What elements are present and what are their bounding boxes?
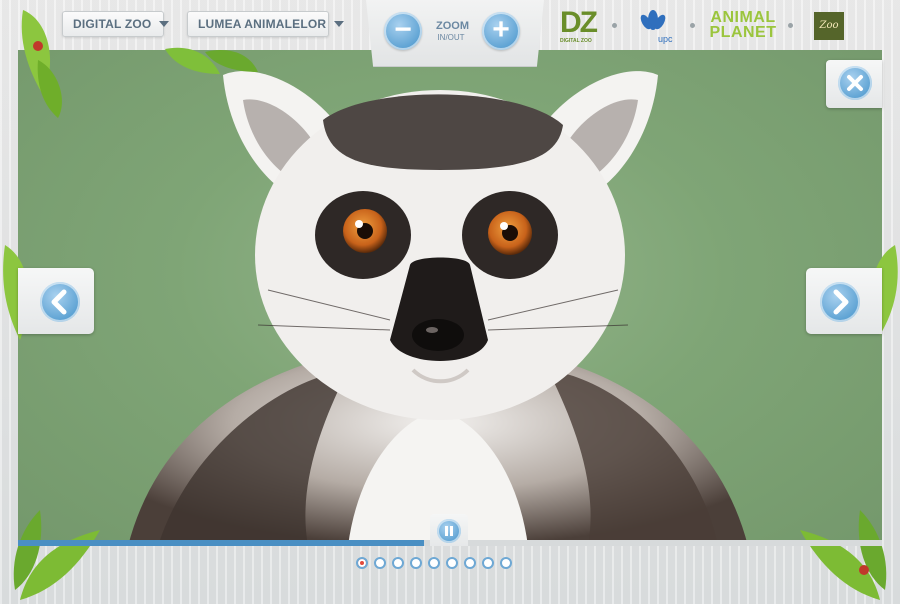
page-dot-3[interactable] — [392, 557, 404, 569]
leaf-decoration-bottom-right — [800, 510, 887, 600]
upc-logo-text: upc — [658, 34, 673, 44]
zoom-label-text: ZOOM — [436, 20, 469, 32]
page-dot-8[interactable] — [482, 557, 494, 569]
lemur-photo — [128, 71, 748, 546]
close-icon — [847, 75, 863, 91]
category-dropdown[interactable]: DIGITAL ZOO — [62, 11, 170, 37]
category-dropdown-label: DIGITAL ZOO — [73, 17, 152, 31]
leaf-decoration-top — [165, 47, 258, 74]
pause-icon — [445, 526, 453, 536]
section-dropdown-label: LUMEA ANIMALELOR — [198, 17, 327, 31]
page-dot-7[interactable] — [464, 557, 476, 569]
zoom-out-button[interactable]: − — [384, 12, 422, 50]
close-button[interactable] — [838, 66, 872, 100]
next-button[interactable] — [820, 282, 860, 322]
chevron-down-icon — [159, 21, 170, 27]
separator-dot — [690, 23, 695, 28]
zoo-logo[interactable]: Zoo — [814, 12, 844, 40]
page-dot-5[interactable] — [428, 557, 440, 569]
page-dot-6[interactable] — [446, 557, 458, 569]
separator-dot — [612, 23, 617, 28]
photo-viewer[interactable] — [18, 50, 882, 546]
zoom-in-button[interactable]: + — [482, 12, 520, 50]
section-dropdown[interactable]: LUMEA ANIMALELOR — [187, 11, 345, 37]
page-dot-1[interactable] — [356, 557, 368, 569]
upc-logo[interactable]: upc — [636, 8, 682, 48]
page-dot-2[interactable] — [374, 557, 386, 569]
slide-pagination — [356, 557, 512, 569]
page-dot-4[interactable] — [410, 557, 422, 569]
separator-dot — [788, 23, 793, 28]
arrow-left-icon — [51, 289, 67, 315]
dz-logo-subtext: DIGITAL ZOO — [560, 38, 592, 44]
digital-zoo-logo[interactable]: DZ DIGITAL ZOO — [560, 6, 606, 45]
chevron-down-icon — [334, 21, 345, 27]
zoom-sublabel: IN/OUT — [437, 33, 465, 42]
dz-logo-text: DZ — [560, 6, 598, 39]
page-dot-9[interactable] — [500, 557, 512, 569]
progress-fill — [18, 540, 425, 546]
leaf-decoration-bottom-left — [13, 510, 100, 600]
pause-button[interactable] — [437, 519, 461, 543]
zoom-label: ZOOM IN/OUT — [436, 20, 469, 44]
animal-planet-logo[interactable]: ANIMAL PLANET — [708, 10, 778, 42]
arrow-right-icon — [833, 289, 849, 315]
previous-button[interactable] — [40, 282, 80, 322]
